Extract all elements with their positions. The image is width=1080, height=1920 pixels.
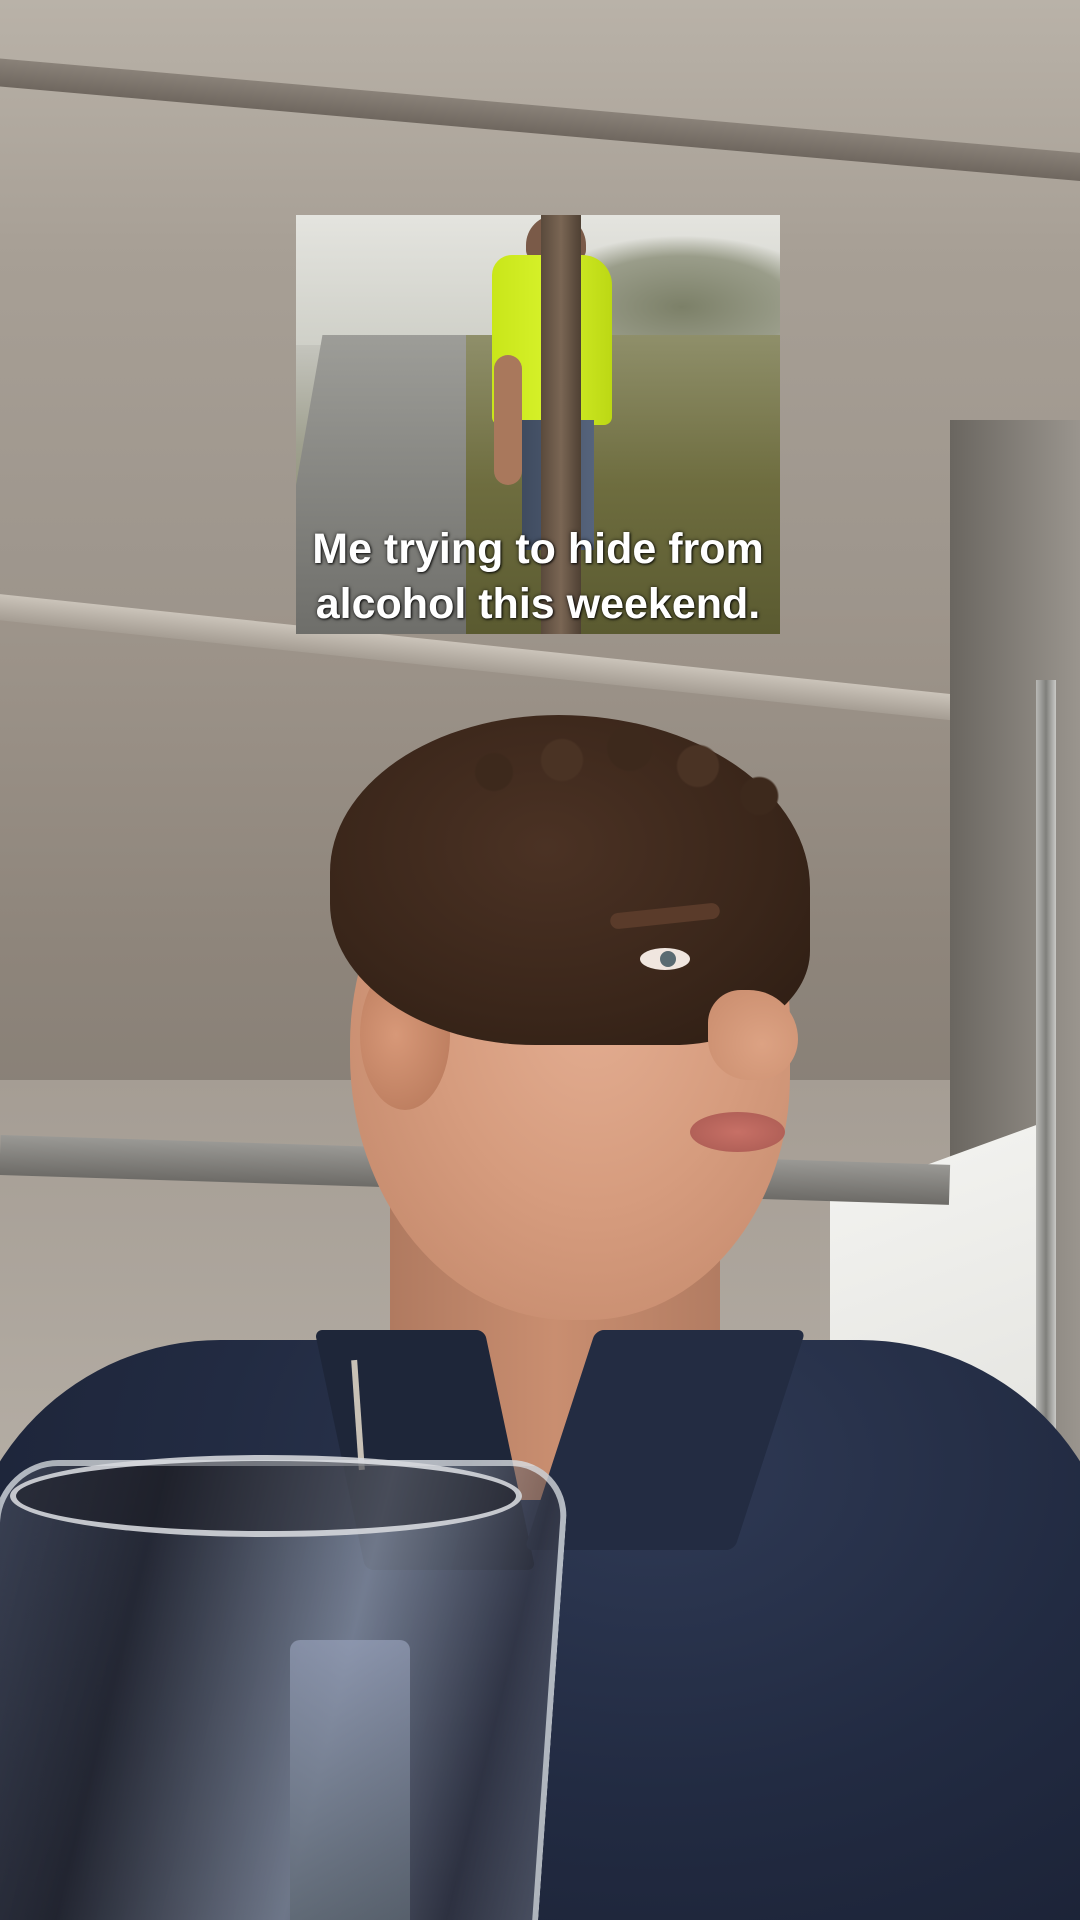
wine-glass-rim xyxy=(10,1455,522,1537)
lips xyxy=(690,1112,785,1152)
video-frame: Me trying to hide from alcohol this week… xyxy=(0,0,1080,1920)
meme-image: Me trying to hide from alcohol this week… xyxy=(296,215,780,634)
meme-caption-line-2: alcohol this weekend. xyxy=(315,580,761,628)
meme-caption: Me trying to hide from alcohol this week… xyxy=(296,522,780,632)
eye xyxy=(640,948,690,970)
wine-glass-reflection xyxy=(290,1640,410,1920)
hair-curls xyxy=(460,712,800,832)
meme-man-arm xyxy=(494,355,522,485)
meme-caption-line-1: Me trying to hide from xyxy=(312,525,764,573)
